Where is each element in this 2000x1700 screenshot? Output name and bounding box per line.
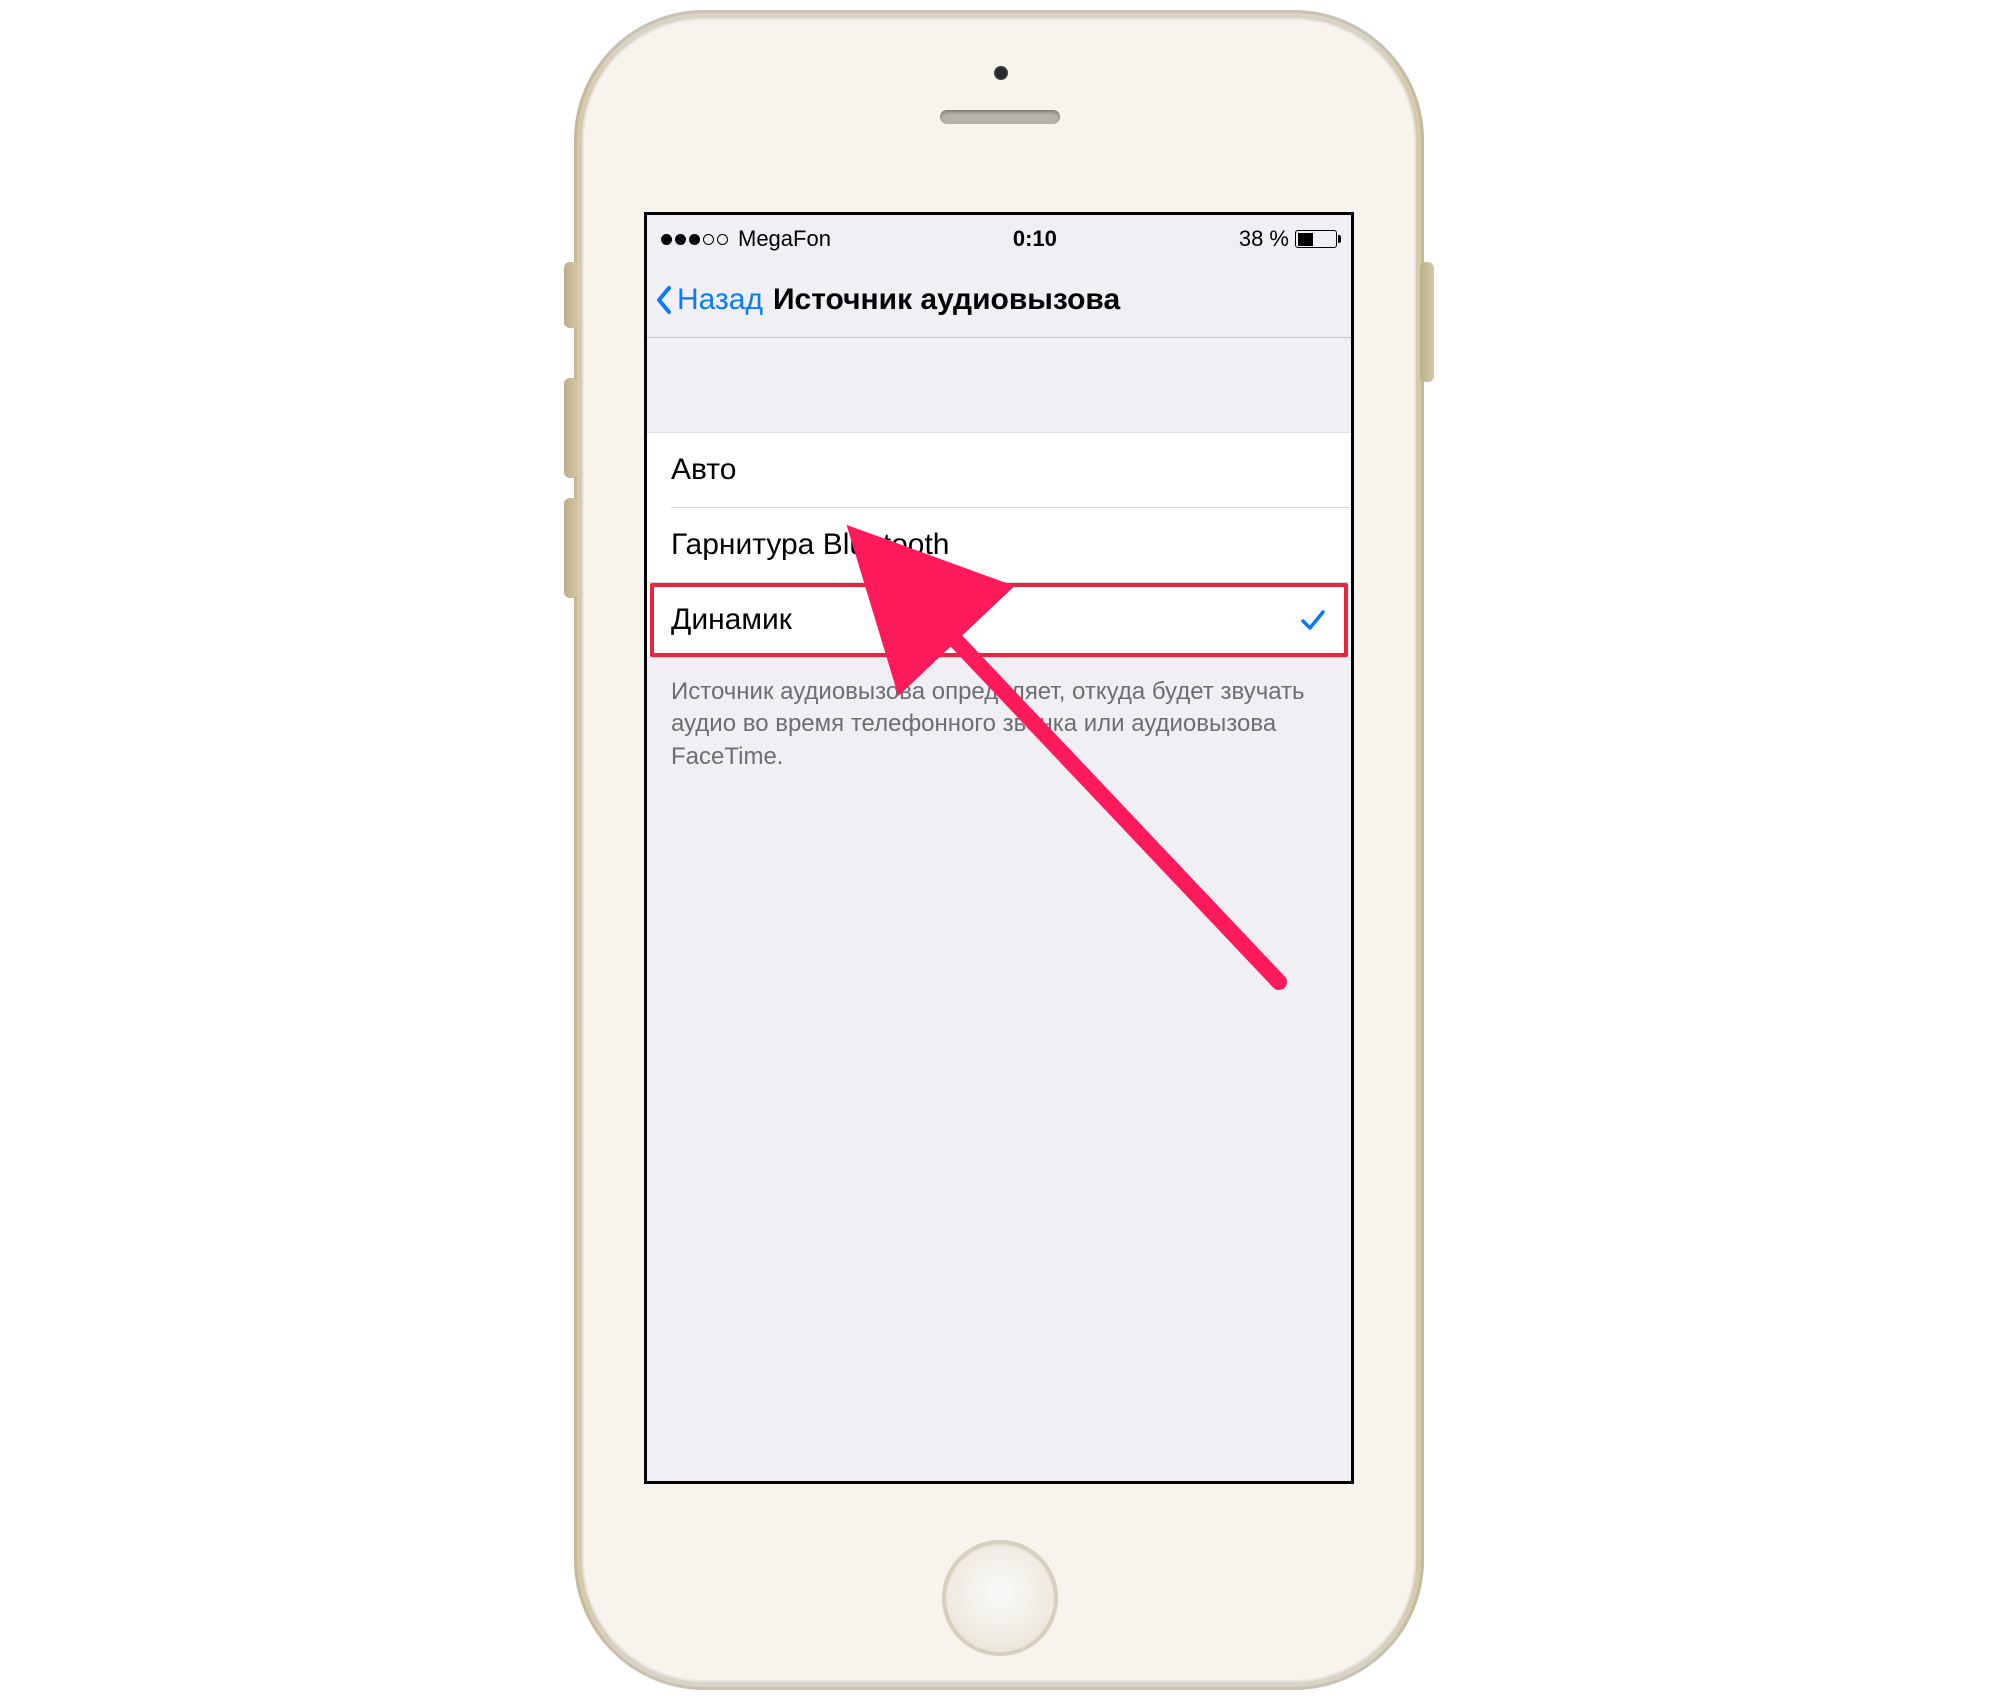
carrier-label: MegaFon [738, 226, 831, 252]
checkmark-icon [1299, 606, 1327, 634]
options-list: Авто Гарнитура Bluetooth Динамик [647, 432, 1351, 658]
status-time: 0:10 [1013, 226, 1057, 252]
mute-switch [564, 262, 578, 328]
option-label: Динамик [671, 603, 792, 637]
chevron-left-icon [653, 282, 675, 318]
volume-down-button [564, 498, 578, 598]
volume-up-button [564, 378, 578, 478]
home-button[interactable] [942, 1540, 1058, 1656]
power-button [1420, 262, 1434, 382]
earpiece-speaker [940, 110, 1060, 124]
option-bluetooth-headset[interactable]: Гарнитура Bluetooth [671, 507, 1351, 582]
option-auto[interactable]: Авто [647, 433, 1351, 507]
navigation-bar: Назад Источник аудиовызова [647, 263, 1351, 338]
option-label: Авто [671, 453, 736, 487]
option-speaker[interactable]: Динамик [647, 582, 1351, 657]
battery-percentage: 38 % [1239, 226, 1289, 252]
option-label: Гарнитура Bluetooth [671, 528, 949, 562]
back-button[interactable]: Назад [647, 282, 763, 318]
status-bar: MegaFon 0:10 38 % [647, 215, 1351, 263]
battery-icon [1295, 230, 1337, 248]
screen: MegaFon 0:10 38 % Назад Источник аудиовы… [644, 212, 1354, 1484]
front-camera [994, 66, 1008, 80]
section-footer-text: Источник аудиовызова определяет, откуда … [647, 658, 1351, 773]
back-label: Назад [677, 283, 763, 317]
page-title: Источник аудиовызова [773, 283, 1120, 317]
signal-strength-icon [661, 234, 728, 245]
